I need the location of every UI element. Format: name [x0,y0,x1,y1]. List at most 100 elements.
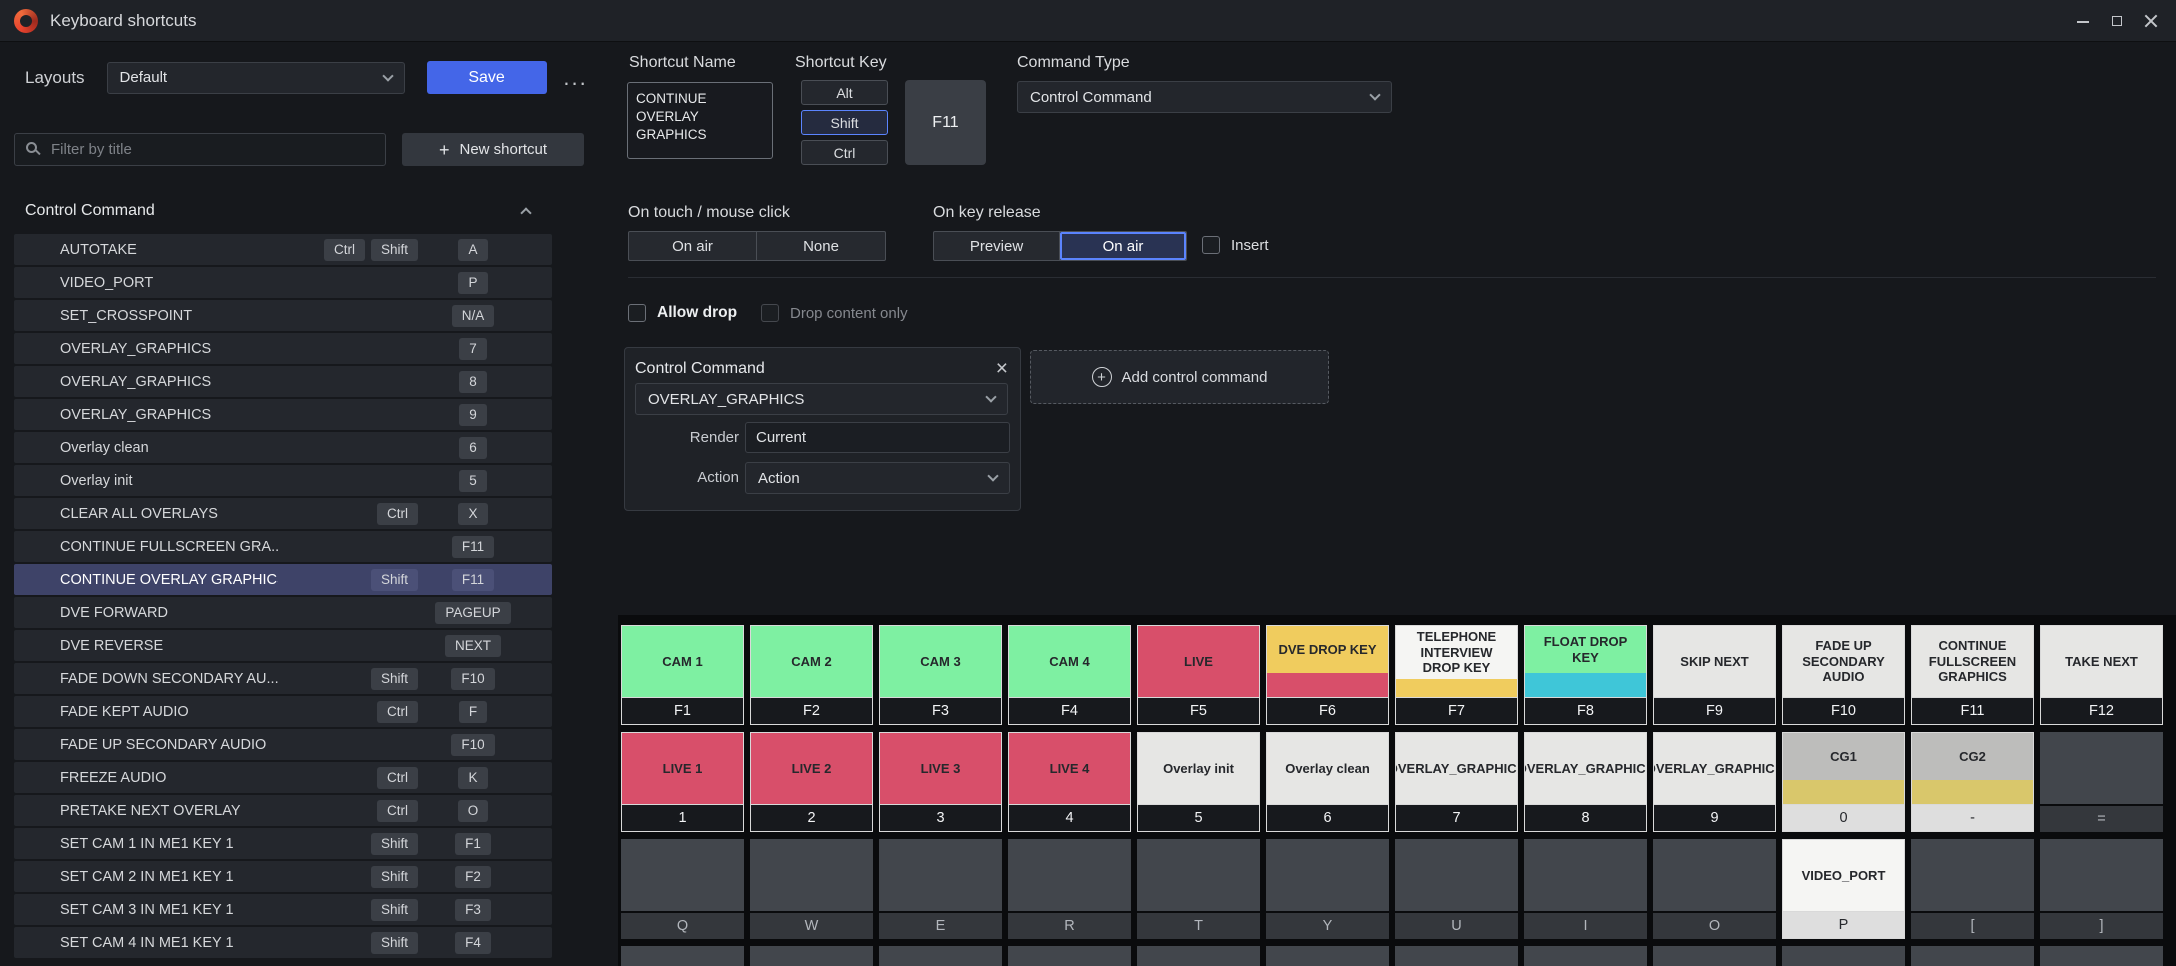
shortcut-list-item[interactable]: OVERLAY_GRAPHICS 7 [14,333,552,364]
close-icon[interactable] [2144,14,2158,28]
keyboard-key[interactable]: TELEPHONE INTERVIEW DROP KEY F7 [1395,625,1518,725]
keyboard-key[interactable]: CAM 1 F1 [621,625,744,725]
shortcut-list-item[interactable]: PRETAKE NEXT OVERLAY Ctrl O [14,795,552,826]
add-control-command-button[interactable]: + Add control command [1030,350,1329,404]
shortcut-list-item[interactable]: SET CAM 2 IN ME1 KEY 1 Shift F2 [14,861,552,892]
keyboard-key[interactable] [1911,946,2034,966]
keyboard-key[interactable]: CAM 4 F4 [1008,625,1131,725]
shortcut-list-item[interactable]: VIDEO_PORT P [14,267,552,298]
shortcut-list-item[interactable]: Overlay init 5 [14,465,552,496]
render-input[interactable] [745,422,1010,453]
keyboard-key[interactable]: CAM 3 F3 [879,625,1002,725]
minimize-icon[interactable] [2076,14,2090,28]
shortcut-list-item[interactable]: AUTOTAKE CtrlShift A [14,234,552,265]
shortcut-modifiers: Shift [278,569,418,591]
section-header-control-command[interactable]: Control Command [14,202,604,220]
keyboard-key[interactable]: U [1395,839,1518,939]
keyboard-key[interactable] [750,946,873,966]
shortcut-list-item[interactable]: SET CAM 1 IN ME1 KEY 1 Shift F1 [14,828,552,859]
keyboard-key[interactable]: R [1008,839,1131,939]
keyboard-key[interactable] [1782,946,1905,966]
keyboard-key[interactable] [1524,946,1647,966]
shortcut-list-item[interactable]: CONTINUE FULLSCREEN GRA... F11 [14,531,552,562]
shortcut-list-item[interactable]: SET CAM 4 IN ME1 KEY 1 Shift F4 [14,927,552,958]
keyboard-key[interactable]: Overlay init 5 [1137,732,1260,832]
command-type-select[interactable]: Control Command [1017,81,1392,113]
control-command-select[interactable]: OVERLAY_GRAPHICS [635,383,1008,415]
keyboard-key[interactable]: LIVE 1 1 [621,732,744,832]
keyboard-key[interactable] [879,946,1002,966]
save-button[interactable]: Save [427,61,547,94]
more-options-button[interactable]: ... [557,61,595,94]
keyboard-key[interactable]: OVERLAY_GRAPHICS 8 [1524,732,1647,832]
keyboard-key[interactable]: LIVE 2 2 [750,732,873,832]
keyboard-key[interactable] [1266,946,1389,966]
shortcut-list-item[interactable]: CLEAR ALL OVERLAYS Ctrl X [14,498,552,529]
keyboard-key[interactable]: [ [1911,839,2034,939]
keyboard-key[interactable]: FADE UP SECONDARY AUDIO F10 [1782,625,1905,725]
keyboard-key[interactable]: VIDEO_PORT P [1782,839,1905,939]
keyboard-key[interactable]: OVERLAY_GRAPHICS 7 [1395,732,1518,832]
shortcut-list-item[interactable]: OVERLAY_GRAPHICS 9 [14,399,552,430]
keyboard-key[interactable]: CG2 - [1911,732,2034,832]
action-select[interactable]: Action [745,462,1010,494]
shortcut-list-item[interactable]: FADE DOWN SECONDARY AU... Shift F10 [14,663,552,694]
keyboard-key[interactable]: I [1524,839,1647,939]
keyboard-key[interactable]: SKIP NEXT F9 [1653,625,1776,725]
keyboard-key[interactable]: Q [621,839,744,939]
on-key-release-preview-option[interactable]: Preview [934,232,1060,260]
modifier-alt-button[interactable]: Alt [801,80,888,105]
keyboard-key[interactable]: Y [1266,839,1389,939]
keyboard-key[interactable]: FLOAT DROP KEY F8 [1524,625,1647,725]
card-close-icon[interactable]: × [996,358,1008,379]
shortcut-list-item[interactable]: SET CAM 3 IN ME1 KEY 1 Shift F3 [14,894,552,925]
search-input[interactable] [14,133,386,166]
shortcut-list-item[interactable]: DVE FORWARD PAGEUP [14,597,552,628]
new-shortcut-button[interactable]: + New shortcut [402,133,584,166]
on-touch-onair-option[interactable]: On air [629,232,757,260]
on-key-release-segment: Preview On air [933,231,1187,261]
keyboard-key[interactable] [1008,946,1131,966]
keyboard-key[interactable]: = [2040,732,2163,832]
maximize-icon[interactable] [2110,14,2124,28]
keyboard-key[interactable]: DVE DROP KEY F6 [1266,625,1389,725]
shortcut-list-item[interactable]: SET_CROSSPOINT N/A [14,300,552,331]
keyboard-key[interactable]: LIVE 4 4 [1008,732,1131,832]
shortcut-name-input[interactable]: CONTINUE OVERLAY GRAPHICS [627,82,773,159]
keyboard-key[interactable]: TAKE NEXT F12 [2040,625,2163,725]
shortcut-list-item[interactable]: DVE REVERSE NEXT [14,630,552,661]
shortcut-list-item[interactable]: FREEZE AUDIO Ctrl K [14,762,552,793]
shortcut-list-item[interactable]: FADE KEPT AUDIO Ctrl F [14,696,552,727]
keyboard-key[interactable]: T [1137,839,1260,939]
keyboard-key[interactable]: W [750,839,873,939]
allow-drop-checkbox[interactable] [628,304,646,322]
keyboard-key[interactable]: OVERLAY_GRAPHICS 9 [1653,732,1776,832]
keyboard-key[interactable]: CONTINUE FULLSCREEN GRAPHICS F11 [1911,625,2034,725]
keyboard-key[interactable] [1395,946,1518,966]
keyboard-key[interactable]: O [1653,839,1776,939]
on-touch-none-option[interactable]: None [757,232,885,260]
keyboard-key[interactable]: ] [2040,839,2163,939]
search-field [14,133,386,166]
key-capture-box[interactable]: F11 [905,80,986,165]
drop-content-only-checkbox[interactable] [761,304,779,322]
keyboard-key[interactable]: CAM 2 F2 [750,625,873,725]
modifier-shift-button[interactable]: Shift [801,110,888,135]
shortcut-list-item[interactable]: OVERLAY_GRAPHICS 8 [14,366,552,397]
insert-checkbox[interactable] [1202,236,1220,254]
shortcut-list-item[interactable]: FADE UP SECONDARY AUDIO F10 [14,729,552,760]
keyboard-key[interactable]: LIVE 3 3 [879,732,1002,832]
keyboard-key[interactable] [1137,946,1260,966]
keyboard-key[interactable] [2040,946,2163,966]
shortcut-list-item[interactable]: CONTINUE OVERLAY GRAPHICS Shift F11 [14,564,552,595]
on-key-release-onair-option[interactable]: On air [1060,232,1186,260]
keyboard-key[interactable]: CG1 0 [1782,732,1905,832]
keyboard-key[interactable]: E [879,839,1002,939]
shortcut-list-item[interactable]: Overlay clean 6 [14,432,552,463]
keyboard-key[interactable]: Overlay clean 6 [1266,732,1389,832]
keyboard-key[interactable]: LIVE F5 [1137,625,1260,725]
layout-select[interactable]: Default [107,62,405,94]
keyboard-key[interactable] [621,946,744,966]
modifier-ctrl-button[interactable]: Ctrl [801,140,888,165]
keyboard-key[interactable] [1653,946,1776,966]
